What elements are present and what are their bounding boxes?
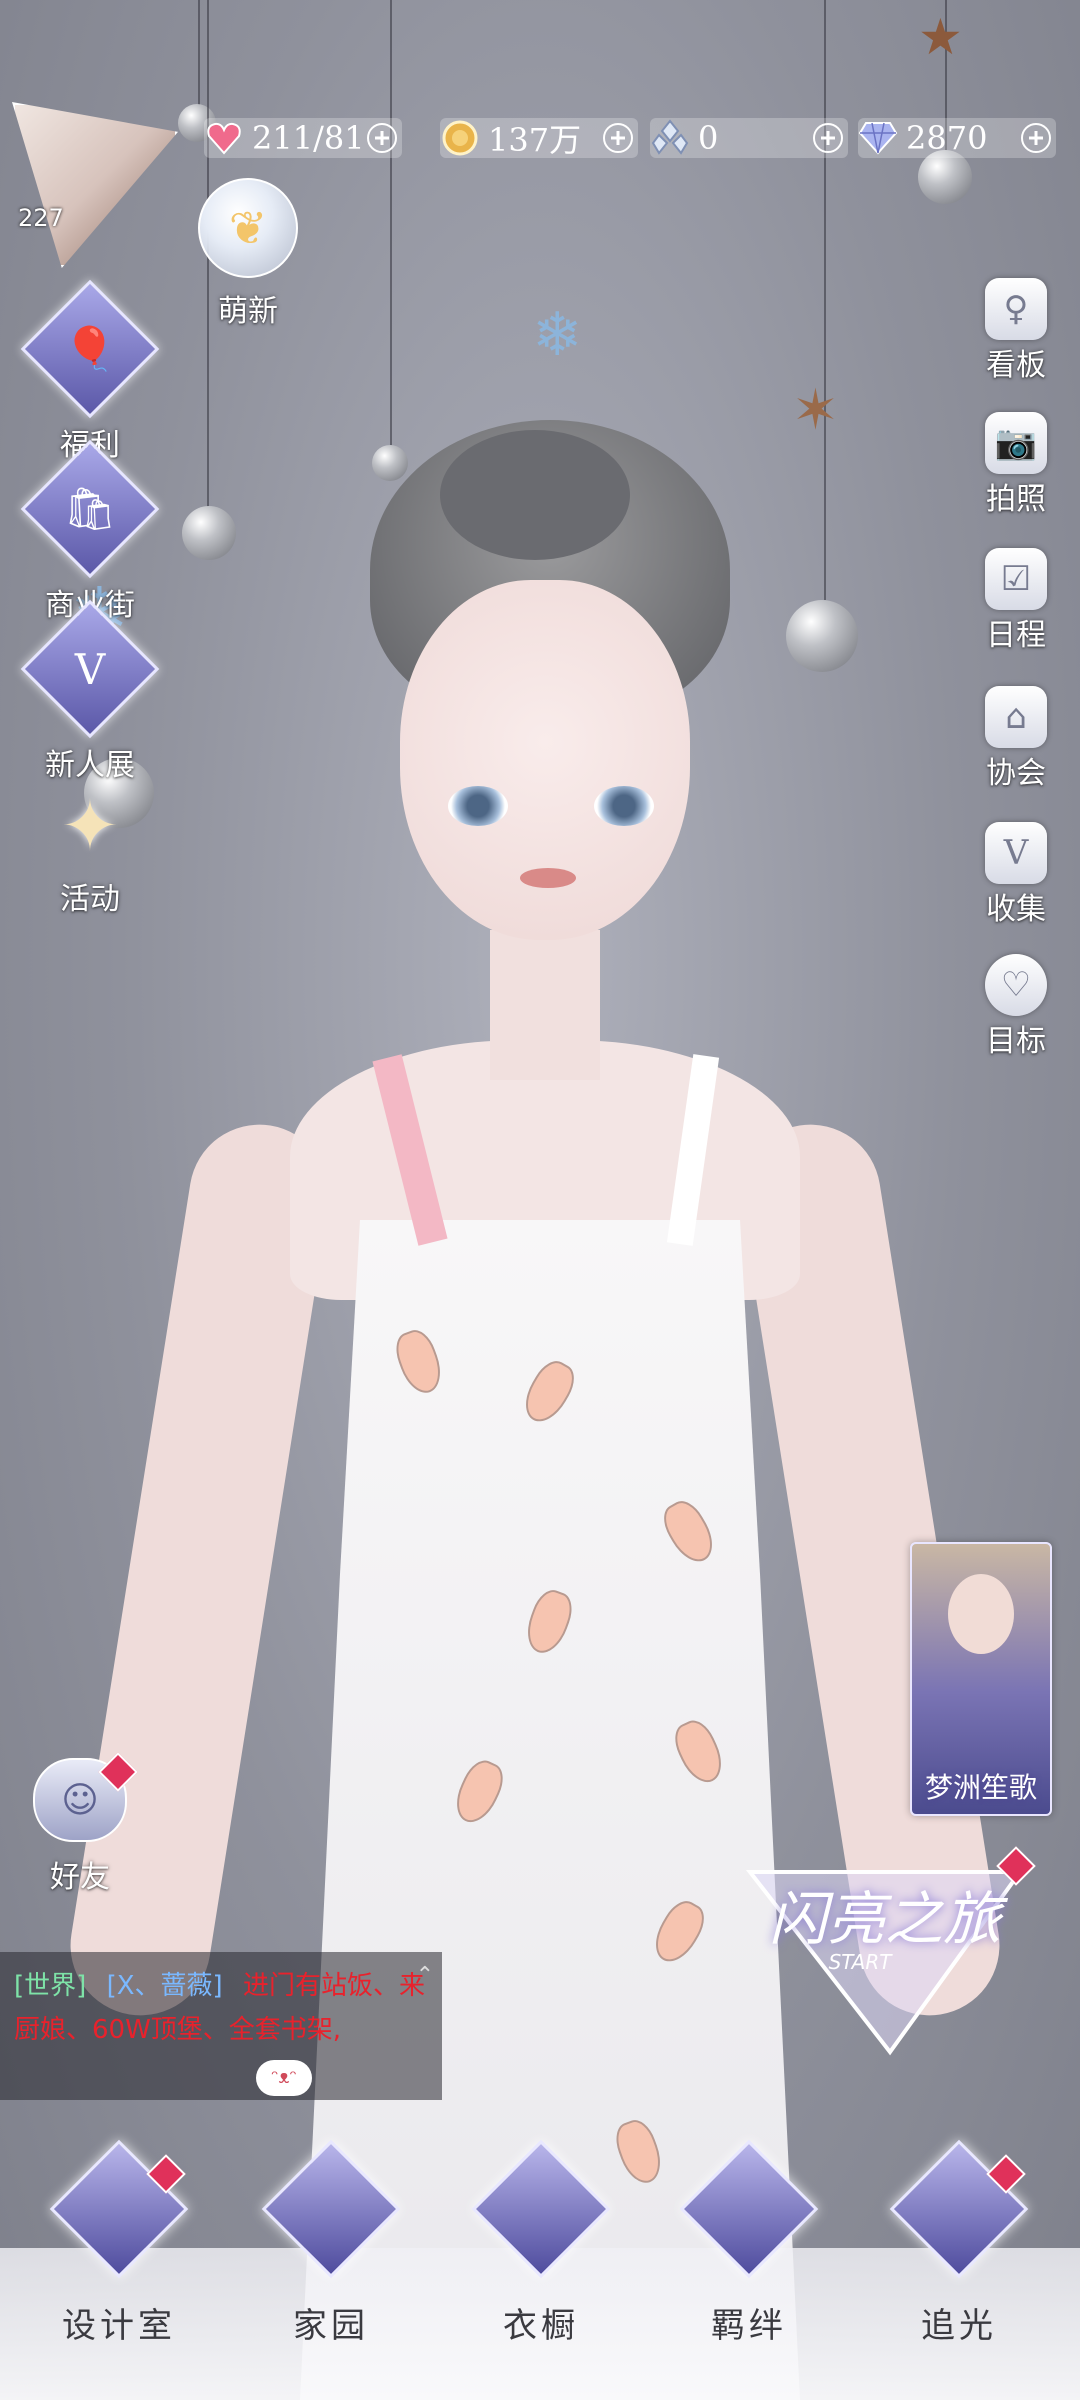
promo-card[interactable]: 梦洲笙歌 — [910, 1542, 1052, 1816]
collection-label: 收集 — [986, 892, 1046, 927]
stars-icon: ✦ — [60, 785, 120, 867]
player-avatar[interactable] — [12, 102, 178, 268]
snowflake-icon — [471, 2139, 611, 2279]
calendar-icon: ☑ — [985, 548, 1047, 610]
nav-design-studio-label: 设计室 — [62, 2306, 176, 2346]
ornament-ball — [786, 600, 858, 672]
add-diamond-button[interactable] — [1020, 122, 1052, 154]
stamina-counter: 211/81 — [204, 118, 402, 158]
ornament-string — [198, 0, 200, 110]
star-ornament-icon: ✶ — [792, 378, 839, 443]
friends-button[interactable]: ☺ 好友 — [28, 1752, 138, 1896]
key-icon — [261, 2139, 401, 2279]
events-button[interactable]: ✦ 活动 — [30, 780, 150, 918]
shine-journey-start: START — [828, 1950, 892, 1974]
gold-coin-icon — [440, 118, 480, 158]
nav-home[interactable]: 家园 — [256, 2139, 406, 2347]
nav-design-studio[interactable]: 设计室 — [44, 2139, 194, 2347]
star-ornament-icon: ★ — [918, 8, 963, 66]
diamond-value: 2870 — [906, 119, 988, 157]
character-neck — [490, 930, 600, 1080]
dress-board-icon: ♀ — [985, 278, 1047, 340]
feather-icon: ❦ — [228, 201, 268, 255]
nav-bond[interactable]: 羁绊 — [674, 2139, 824, 2347]
association-button[interactable]: ⌂ 协会 — [968, 686, 1064, 792]
nav-wardrobe[interactable]: 衣橱 — [466, 2139, 616, 2347]
photo-label: 拍照 — [986, 482, 1046, 517]
heart-gem-icon — [204, 118, 244, 158]
schedule-label: 日程 — [986, 618, 1046, 653]
crystal-value: 0 — [698, 119, 719, 157]
snowflake-ornament-icon: ❄ — [532, 300, 583, 370]
gold-counter: 137万 — [440, 118, 638, 159]
goal-button[interactable]: ♡ 目标 — [968, 954, 1064, 1060]
add-gold-button[interactable] — [602, 122, 634, 154]
diamond-counter: 2870 — [858, 118, 1056, 158]
crystal-cluster-icon — [650, 118, 690, 158]
add-stamina-button[interactable] — [366, 122, 398, 154]
diamond-icon — [858, 118, 898, 158]
gold-value: 137万 — [488, 121, 582, 159]
ornament-ball — [182, 506, 236, 560]
nav-home-label: 家园 — [293, 2306, 369, 2346]
v-collection-icon: V — [985, 822, 1047, 884]
board-button[interactable]: ♀ 看板 — [968, 278, 1064, 384]
target-ribbon-icon: ♡ — [985, 954, 1047, 1016]
chat-expand-icon[interactable]: ⌃ — [416, 1954, 434, 1998]
board-label: 看板 — [986, 348, 1046, 383]
chat-emoji-icon[interactable]: ᵔᴥᵔ — [256, 2060, 312, 2096]
shopping-bag-icon: 🛍 — [63, 484, 117, 533]
promo-card-title: 梦洲笙歌 — [924, 1771, 1037, 1804]
balloon-icon: 🎈 — [63, 324, 117, 373]
nav-chase-light[interactable]: 追光 — [884, 2139, 1034, 2347]
shine-journey-title: 闪亮之旅 — [768, 1885, 1001, 1953]
events-label: 活动 — [60, 882, 120, 917]
association-label: 协会 — [986, 756, 1046, 791]
photo-button[interactable]: 📷 拍照 — [968, 412, 1064, 518]
character-eye-right — [594, 786, 654, 826]
camera-icon: 📷 — [985, 412, 1047, 474]
nav-bond-label: 羁绊 — [711, 2306, 787, 2346]
promo-character-face — [948, 1574, 1014, 1654]
goal-label: 目标 — [986, 1024, 1046, 1059]
newbie-event-label: 萌新 — [218, 294, 278, 329]
building-icon: ⌂ — [985, 686, 1047, 748]
v-badge-icon: V — [74, 644, 106, 694]
ornament-string — [390, 0, 392, 445]
ornament-ball — [372, 445, 408, 481]
chat-channel: [世界] — [14, 1971, 87, 2001]
chat-username[interactable]: [X、蔷薇] — [107, 1971, 223, 2001]
shine-journey-button[interactable]: 闪亮之旅 START — [740, 1846, 1036, 2062]
character-eye-left — [448, 786, 508, 826]
add-crystal-button[interactable] — [812, 122, 844, 154]
nav-chase-light-label: 追光 — [921, 2306, 997, 2346]
newcomer-show-label: 新人展 — [45, 748, 135, 783]
ornament-ball — [918, 150, 972, 204]
crystal-counter: 0 — [650, 118, 848, 158]
ornament-string — [824, 0, 826, 600]
friends-label: 好友 — [50, 1860, 110, 1895]
character-hair-bun — [440, 430, 630, 560]
nav-wardrobe-label: 衣橱 — [503, 2306, 579, 2346]
character-lips — [520, 868, 576, 888]
player-level: 227 — [18, 204, 64, 232]
newbie-event-button[interactable]: ❦ 萌新 — [198, 178, 298, 329]
schedule-button[interactable]: ☑ 日程 — [968, 548, 1064, 654]
newcomer-show-button[interactable]: V 新人展 — [20, 599, 160, 784]
collection-button[interactable]: V 收集 — [968, 822, 1064, 928]
world-chat-panel[interactable]: [世界] [X、蔷薇] 进门有站饭、来厨娘、60W顶堡、全套书架, ⌃ — [0, 1952, 442, 2100]
clover-icon — [679, 2139, 819, 2279]
stamina-value: 211/81 — [252, 119, 365, 157]
